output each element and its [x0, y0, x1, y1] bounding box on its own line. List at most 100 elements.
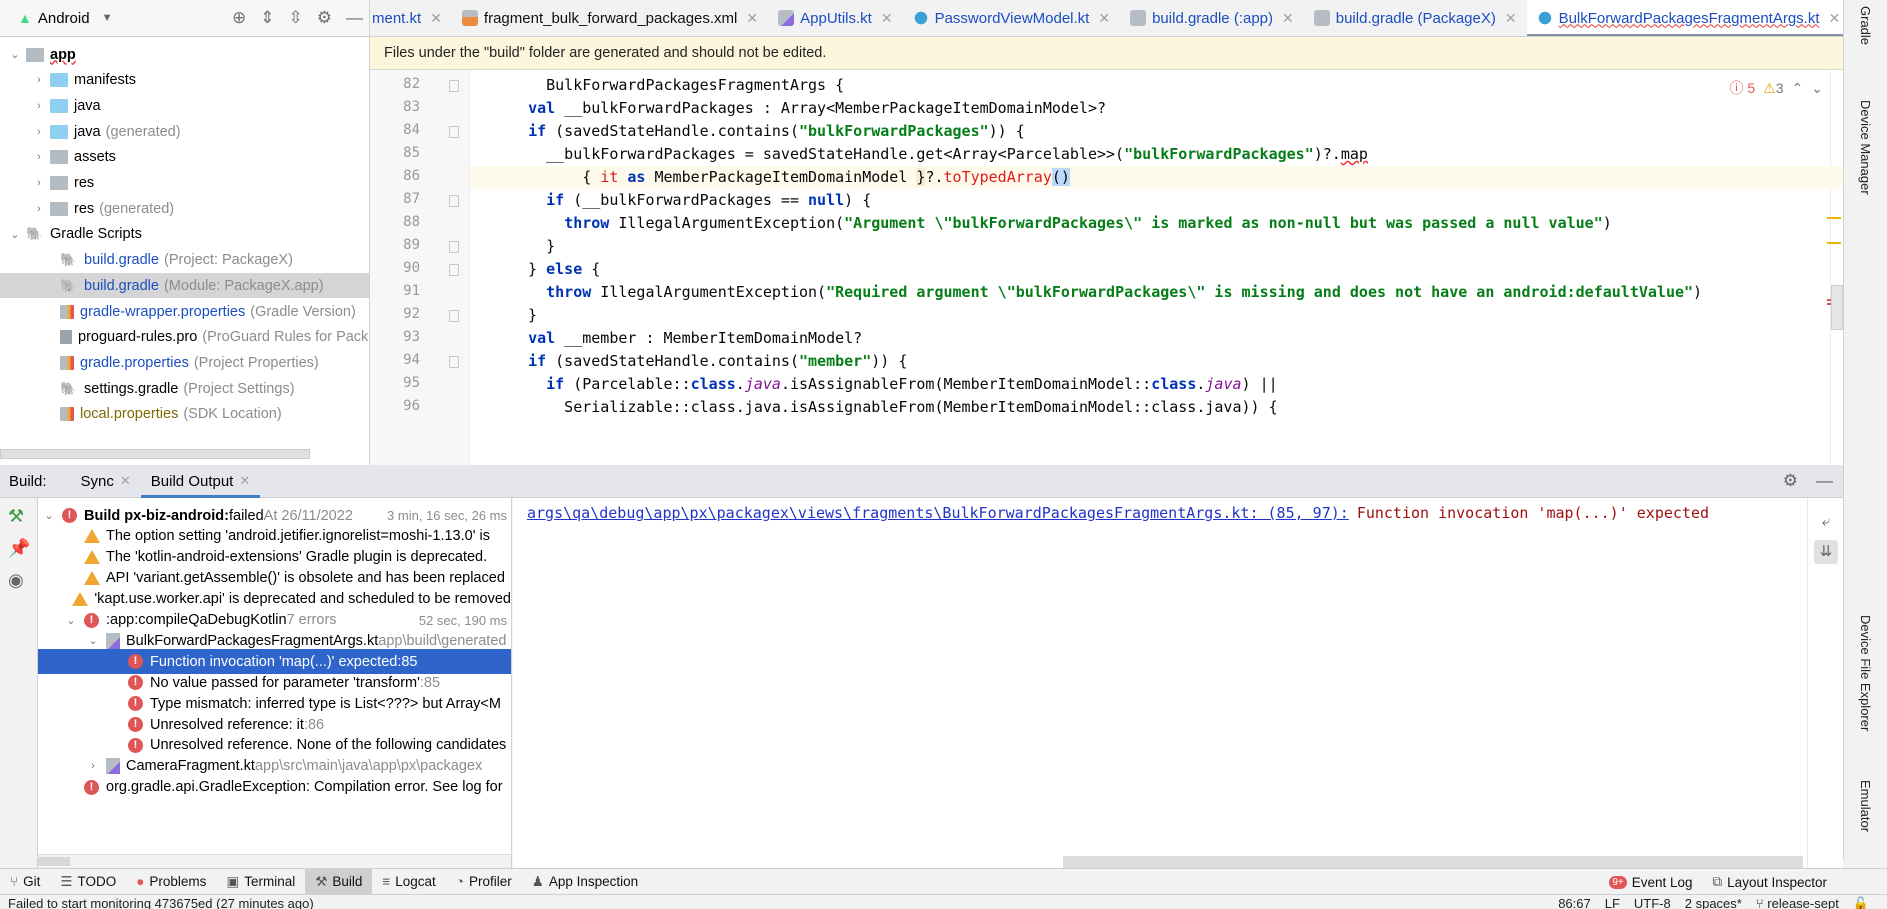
tree-item[interactable]: ⌄ app: [0, 42, 369, 67]
minimize-icon[interactable]: —: [346, 8, 363, 28]
chevron-right-icon[interactable]: ›: [32, 126, 46, 138]
file-encoding[interactable]: UTF-8: [1634, 896, 1671, 909]
chevron-down-icon[interactable]: ▼: [102, 12, 113, 24]
tree-item[interactable]: local.properties (SDK Location): [0, 402, 369, 427]
close-icon[interactable]: ✕: [430, 10, 442, 27]
layout-inspector-button[interactable]: ⧉ Layout Inspector: [1703, 869, 1837, 895]
close-icon[interactable]: ✕: [1282, 10, 1294, 27]
tree-item[interactable]: › java (generated): [0, 119, 369, 144]
error-location-link[interactable]: args\qa\debug\app\px\packagex\views\frag…: [527, 504, 1349, 522]
code-line[interactable]: { it as MemberPackageItemDomainModel }?.…: [470, 166, 1843, 189]
collapse-all-icon[interactable]: ⇳: [289, 8, 303, 28]
project-view-selector[interactable]: Android: [38, 10, 90, 27]
fold-marker-icon[interactable]: [449, 310, 459, 322]
fold-marker-icon[interactable]: [449, 356, 459, 368]
chevron-down-icon[interactable]: ⌄: [8, 228, 22, 241]
code-line[interactable]: BulkForwardPackagesFragmentArgs {: [470, 74, 1843, 97]
chevron-right-icon[interactable]: ›: [32, 203, 46, 215]
tab-sync[interactable]: Sync ✕: [71, 465, 141, 498]
caret-position[interactable]: 86:67: [1558, 896, 1591, 909]
editor-tab[interactable]: BulkForwardPackagesFragmentArgs.kt ✕: [1526, 0, 1843, 36]
tree-item[interactable]: › manifests: [0, 68, 369, 93]
editor-tab[interactable]: ment.kt ✕: [370, 0, 452, 36]
line-separator[interactable]: LF: [1605, 896, 1620, 909]
locate-icon[interactable]: ⊕: [232, 8, 246, 28]
code-line[interactable]: }: [470, 235, 1843, 258]
tree-item[interactable]: 🐘 settings.gradle (Project Settings): [0, 376, 369, 401]
tree-item[interactable]: › res (generated): [0, 196, 369, 221]
chevron-right-icon[interactable]: ›: [32, 151, 46, 163]
chevron-down-icon[interactable]: ⌄: [42, 509, 56, 522]
previous-highlight-icon[interactable]: ⌃: [1792, 80, 1804, 97]
git-branch[interactable]: ⑂ release-sept: [1756, 896, 1839, 909]
tool-window-git[interactable]: ⑂ Git: [0, 869, 50, 895]
code-line[interactable]: if (__bulkForwardPackages == null) {: [470, 189, 1843, 212]
tool-window-logcat[interactable]: ≡ Logcat: [372, 869, 445, 895]
chevron-down-icon[interactable]: ⌄: [86, 634, 100, 647]
chevron-right-icon[interactable]: ›: [32, 100, 46, 112]
close-icon[interactable]: ✕: [746, 10, 758, 27]
code-line[interactable]: __bulkForwardPackages = savedStateHandle…: [470, 143, 1843, 166]
tree-item[interactable]: gradle-wrapper.properties (Gradle Version…: [0, 299, 369, 324]
horizontal-scrollbar[interactable]: [38, 854, 511, 868]
device-file-explorer-tool-button[interactable]: Device File Explorer: [1858, 615, 1873, 731]
tool-window-profiler[interactable]: ◔ Profiler: [446, 869, 522, 895]
tree-item[interactable]: 🐘 build.gradle (Project: PackageX): [0, 248, 369, 273]
chevron-right-icon[interactable]: ›: [86, 760, 100, 772]
pin-icon[interactable]: 📌: [8, 538, 30, 559]
fold-marker-icon[interactable]: [449, 241, 459, 253]
scroll-to-end-icon[interactable]: ⇊: [1814, 540, 1838, 564]
tree-item[interactable]: 🐘 build.gradle (Module: PackageX.app): [0, 273, 369, 299]
eye-icon[interactable]: ◉: [8, 570, 24, 591]
gear-icon[interactable]: ⚙: [1783, 471, 1798, 491]
close-icon[interactable]: ✕: [239, 473, 250, 489]
vertical-scrollbar[interactable]: [1831, 285, 1843, 330]
fold-marker-icon[interactable]: [449, 80, 459, 92]
tree-item[interactable]: gradle.properties (Project Properties): [0, 350, 369, 375]
build-console[interactable]: args\qa\debug\app\px\packagex\views\frag…: [513, 498, 1843, 868]
build-tree-item[interactable]: ! org.gradle.api.GradleException: Compila…: [38, 775, 511, 800]
gear-icon[interactable]: ⚙: [317, 8, 332, 28]
expand-all-icon[interactable]: ⇕: [260, 8, 274, 28]
editor-tab[interactable]: build.gradle (:app) ✕: [1120, 0, 1304, 36]
hammer-icon[interactable]: ⚒: [8, 506, 24, 527]
code-line[interactable]: if (Parcelable::class.java.isAssignableF…: [470, 373, 1843, 396]
horizontal-scrollbar[interactable]: [1063, 856, 1803, 868]
gradle-tool-button[interactable]: Gradle: [1858, 6, 1873, 45]
close-icon[interactable]: ✕: [881, 10, 893, 27]
inspection-widget[interactable]: ⓘ 5 ⚠3 ⌃ ⌄: [1729, 78, 1823, 98]
tree-item[interactable]: › res: [0, 171, 369, 196]
close-icon[interactable]: ✕: [1505, 10, 1517, 27]
indent-setting[interactable]: 2 spaces*: [1685, 896, 1742, 909]
next-highlight-icon[interactable]: ⌄: [1811, 80, 1823, 97]
code-line[interactable]: if (savedStateHandle.contains("bulkForwa…: [470, 120, 1843, 143]
minimize-icon[interactable]: —: [1816, 471, 1833, 491]
fold-marker-icon[interactable]: [449, 195, 459, 207]
editor-tab[interactable]: PasswordViewModel.kt ✕: [903, 0, 1121, 36]
tool-window-app-inspection[interactable]: ♟ App Inspection: [522, 869, 648, 895]
warning-count[interactable]: ⚠3: [1763, 80, 1783, 97]
horizontal-scrollbar[interactable]: [0, 449, 310, 459]
lock-icon[interactable]: 🔓: [1853, 896, 1869, 909]
code-line[interactable]: val __member : MemberItemDomainModel?: [470, 327, 1843, 350]
tree-item[interactable]: ⌄ 🐘 Gradle Scripts: [0, 222, 369, 247]
chevron-down-icon[interactable]: ⌄: [8, 48, 22, 61]
chevron-down-icon[interactable]: ⌄: [64, 614, 78, 627]
tool-window-build[interactable]: ⚒ Build: [305, 868, 373, 895]
close-icon[interactable]: ✕: [120, 473, 131, 489]
warning-marker[interactable]: [1827, 217, 1841, 219]
tree-item[interactable]: › java: [0, 93, 369, 118]
tab-build-output[interactable]: Build Output ✕: [140, 465, 261, 498]
close-icon[interactable]: ✕: [1829, 10, 1841, 27]
soft-wrap-icon[interactable]: ⤶: [1814, 510, 1838, 534]
chevron-right-icon[interactable]: ›: [32, 74, 46, 86]
editor-tab[interactable]: fragment_bulk_forward_packages.xml ✕: [452, 0, 768, 36]
editor-tab[interactable]: build.gradle (PackageX) ✕: [1304, 0, 1527, 36]
fold-marker-icon[interactable]: [449, 264, 459, 276]
fold-marker-icon[interactable]: [449, 126, 459, 138]
event-log-button[interactable]: 9+ Event Log: [1599, 869, 1702, 895]
chevron-right-icon[interactable]: ›: [32, 177, 46, 189]
code-line[interactable]: if (savedStateHandle.contains("member"))…: [470, 350, 1843, 373]
code-line[interactable]: }: [470, 304, 1843, 327]
tree-item[interactable]: › assets: [0, 145, 369, 170]
